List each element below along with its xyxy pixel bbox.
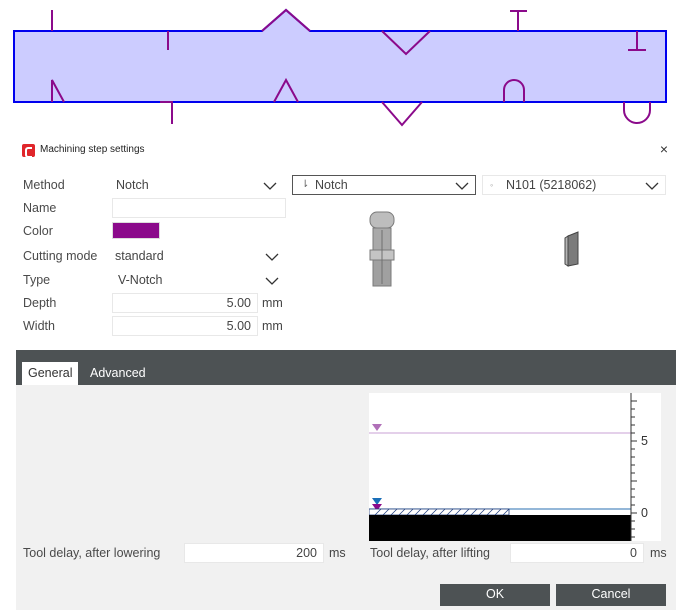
notch-tool-icon: ⇂ bbox=[301, 179, 310, 190]
tool-illustration bbox=[369, 211, 395, 287]
tab-general[interactable]: General bbox=[22, 362, 79, 385]
cutting-mode-value: standard bbox=[115, 249, 164, 263]
tool-delay-lowering-value: 200 bbox=[296, 546, 317, 560]
width-label: Width bbox=[23, 319, 55, 333]
close-icon[interactable]: × bbox=[660, 141, 668, 157]
cutting-mode-select[interactable]: standard bbox=[112, 246, 286, 266]
cutting-mode-label: Cutting mode bbox=[23, 249, 98, 263]
type-value: V-Notch bbox=[118, 273, 163, 287]
width-input[interactable]: 5.00 bbox=[112, 316, 258, 336]
depth-graph: 5 0 bbox=[369, 393, 661, 541]
notch-mark bbox=[623, 102, 651, 124]
tab-advanced[interactable]: Advanced bbox=[84, 362, 152, 385]
tool-delay-lifting-input[interactable]: 0 bbox=[510, 543, 644, 563]
method-label: Method bbox=[23, 178, 65, 192]
title-bar: Machining step settings × bbox=[14, 136, 676, 164]
type-label: Type bbox=[23, 273, 51, 287]
profile-select-value: N101 (5218062) bbox=[506, 178, 597, 192]
tool-delay-lowering-unit: ms bbox=[329, 546, 346, 560]
tool-delay-lowering-input[interactable]: 200 bbox=[184, 543, 324, 563]
chevron-down-icon bbox=[263, 182, 277, 190]
tool-delay-lifting-unit: ms bbox=[650, 546, 667, 560]
type-select[interactable]: V-Notch bbox=[112, 270, 286, 290]
name-label: Name bbox=[23, 201, 57, 215]
name-input[interactable] bbox=[112, 198, 286, 218]
depth-input[interactable]: 5.00 bbox=[112, 293, 258, 313]
method-select-value: Notch bbox=[116, 178, 149, 192]
machining-step-dialog: Machining step settings × Method Notch ⇂… bbox=[14, 136, 676, 610]
color-label: Color bbox=[23, 224, 53, 238]
ok-button[interactable]: OK bbox=[440, 584, 550, 606]
depth-label: Depth bbox=[23, 296, 57, 310]
tool-select-value: Notch bbox=[315, 178, 348, 192]
chevron-down-icon bbox=[645, 182, 659, 190]
profile-section-illustration bbox=[564, 231, 579, 267]
material-block bbox=[369, 515, 631, 541]
tool-delay-lowering-label: Tool delay, after lowering bbox=[23, 546, 161, 560]
profile-icon: ◦ bbox=[490, 180, 494, 190]
profile-select[interactable]: ◦ N101 (5218062) bbox=[482, 175, 666, 195]
lower-marker-blue bbox=[372, 498, 382, 505]
app-logo-icon bbox=[22, 144, 35, 158]
depth-unit: mm bbox=[262, 296, 283, 310]
method-select[interactable]: Notch bbox=[110, 175, 284, 195]
cancel-button[interactable]: Cancel bbox=[556, 584, 666, 606]
color-swatch[interactable] bbox=[112, 222, 160, 239]
notch-mark bbox=[160, 101, 173, 124]
profile-outline bbox=[13, 8, 667, 103]
tab-bar: General Advanced bbox=[16, 350, 676, 385]
width-unit: mm bbox=[262, 319, 283, 333]
profile-preview bbox=[13, 8, 667, 127]
tool-select[interactable]: ⇂ Notch bbox=[292, 175, 476, 195]
dialog-title: Machining step settings bbox=[40, 144, 145, 155]
width-value: 5.00 bbox=[226, 319, 251, 333]
scale-tick-label: 0 bbox=[641, 506, 648, 520]
tool-delay-lifting-value: 0 bbox=[630, 546, 637, 560]
depth-value: 5.00 bbox=[226, 296, 251, 310]
chevron-down-icon bbox=[265, 253, 279, 261]
upper-marker bbox=[372, 424, 382, 431]
notch-mark bbox=[381, 101, 423, 127]
chevron-down-icon bbox=[455, 182, 469, 190]
chevron-down-icon bbox=[265, 277, 279, 285]
tool-delay-lifting-label: Tool delay, after lifting bbox=[370, 546, 490, 560]
scale-tick-label: 5 bbox=[641, 434, 648, 448]
